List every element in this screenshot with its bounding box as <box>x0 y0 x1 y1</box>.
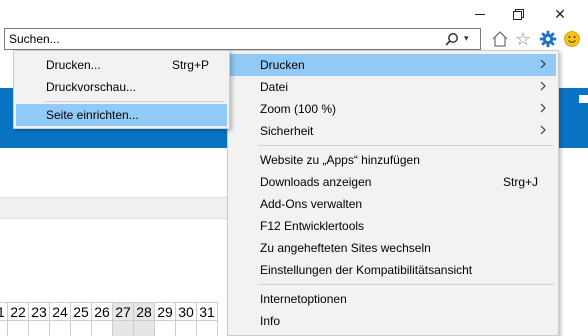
calendar-day[interactable]: 31 <box>197 302 218 320</box>
minimize-icon <box>475 13 485 15</box>
menu-item-website-zu-apps[interactable]: Website zu „Apps“ hinzufügen <box>230 149 556 171</box>
calendar-cells-row <box>0 320 218 336</box>
calendar-day[interactable]: 30 <box>176 302 197 320</box>
shortcut-label: Strg+J <box>502 175 538 189</box>
page-toolbar-strip <box>0 197 228 219</box>
menu-item-kompatibilitaetsansicht[interactable]: Einstellungen der Kompatibilitätsansicht <box>230 259 556 281</box>
print-submenu: Drucken... Strg+P Druckvorschau... Seite… <box>13 50 230 129</box>
calendar-cell[interactable] <box>8 320 29 336</box>
calendar-cell[interactable] <box>0 320 8 336</box>
favorites-star-icon[interactable]: ☆ <box>512 28 534 50</box>
feedback-smiley-icon[interactable] <box>561 28 583 50</box>
calendar-day[interactable]: 27 <box>113 302 134 320</box>
menu-separator <box>44 101 225 102</box>
menu-item-sicherheit[interactable]: Sicherheit <box>230 120 556 142</box>
search-dropdown-icon[interactable]: ▾ <box>464 33 469 44</box>
calendar-cell[interactable] <box>176 320 197 336</box>
calendar-day[interactable]: 29 <box>155 302 176 320</box>
close-button[interactable]: ✕ <box>540 0 580 28</box>
calendar-day[interactable]: 23 <box>29 302 50 320</box>
close-icon: ✕ <box>554 5 566 22</box>
shortcut-label: Strg+P <box>171 58 209 72</box>
calendar-cell[interactable] <box>71 320 92 336</box>
menu-item-add-ons-verwalten[interactable]: Add-Ons verwalten <box>230 193 556 215</box>
menu-separator <box>258 145 554 146</box>
page-edge <box>579 95 588 103</box>
calendar-cell[interactable] <box>50 320 71 336</box>
menu-item-angeheftete-sites[interactable]: Zu angehefteten Sites wechseln <box>230 237 556 259</box>
calendar-cell[interactable] <box>29 320 50 336</box>
chevron-right-icon <box>540 103 546 113</box>
chevron-right-icon <box>540 81 546 91</box>
chevron-right-icon <box>540 125 546 135</box>
home-icon[interactable] <box>489 28 511 50</box>
menu-item-drucken[interactable]: Drucken <box>230 54 556 76</box>
tools-gear-icon[interactable] <box>537 28 559 50</box>
calendar-day[interactable]: 26 <box>92 302 113 320</box>
tools-menu: Drucken Datei Zoom (100 %) Sicherheit We… <box>227 50 559 336</box>
calendar-day[interactable]: 25 <box>71 302 92 320</box>
calendar-cell[interactable] <box>197 320 218 336</box>
menu-item-internetoptionen[interactable]: Internetoptionen <box>230 288 556 310</box>
search-icon[interactable] <box>445 32 459 46</box>
calendar-day[interactable]: 21 <box>0 302 8 320</box>
calendar-cell[interactable] <box>113 320 134 336</box>
minimize-button[interactable] <box>460 0 500 28</box>
submenu-item-drucken[interactable]: Drucken... Strg+P <box>16 54 227 76</box>
calendar-day[interactable]: 24 <box>50 302 71 320</box>
calendar-cell[interactable] <box>92 320 113 336</box>
restore-button[interactable] <box>498 0 538 28</box>
address-bar: ▾ <box>4 28 481 50</box>
menu-item-datei[interactable]: Datei <box>230 76 556 98</box>
calendar-cell[interactable] <box>155 320 176 336</box>
menu-separator <box>258 284 554 285</box>
menu-item-zoom[interactable]: Zoom (100 %) <box>230 98 556 120</box>
menu-item-f12-entwicklertools[interactable]: F12 Entwicklertools <box>230 215 556 237</box>
menu-item-info[interactable]: Info <box>230 310 556 332</box>
calendar-day[interactable]: 28 <box>134 302 155 320</box>
submenu-item-druckvorschau[interactable]: Druckvorschau... <box>16 76 227 98</box>
calendar-days-row: 2122232425262728293031 <box>0 302 218 320</box>
menu-item-downloads-anzeigen[interactable]: Downloads anzeigen Strg+J <box>230 171 556 193</box>
submenu-item-seite-einrichten[interactable]: Seite einrichten... <box>16 104 227 126</box>
chevron-right-icon <box>540 59 546 69</box>
calendar-day[interactable]: 22 <box>8 302 29 320</box>
search-input[interactable] <box>9 31 429 47</box>
calendar-cell[interactable] <box>134 320 155 336</box>
restore-icon <box>512 8 524 20</box>
